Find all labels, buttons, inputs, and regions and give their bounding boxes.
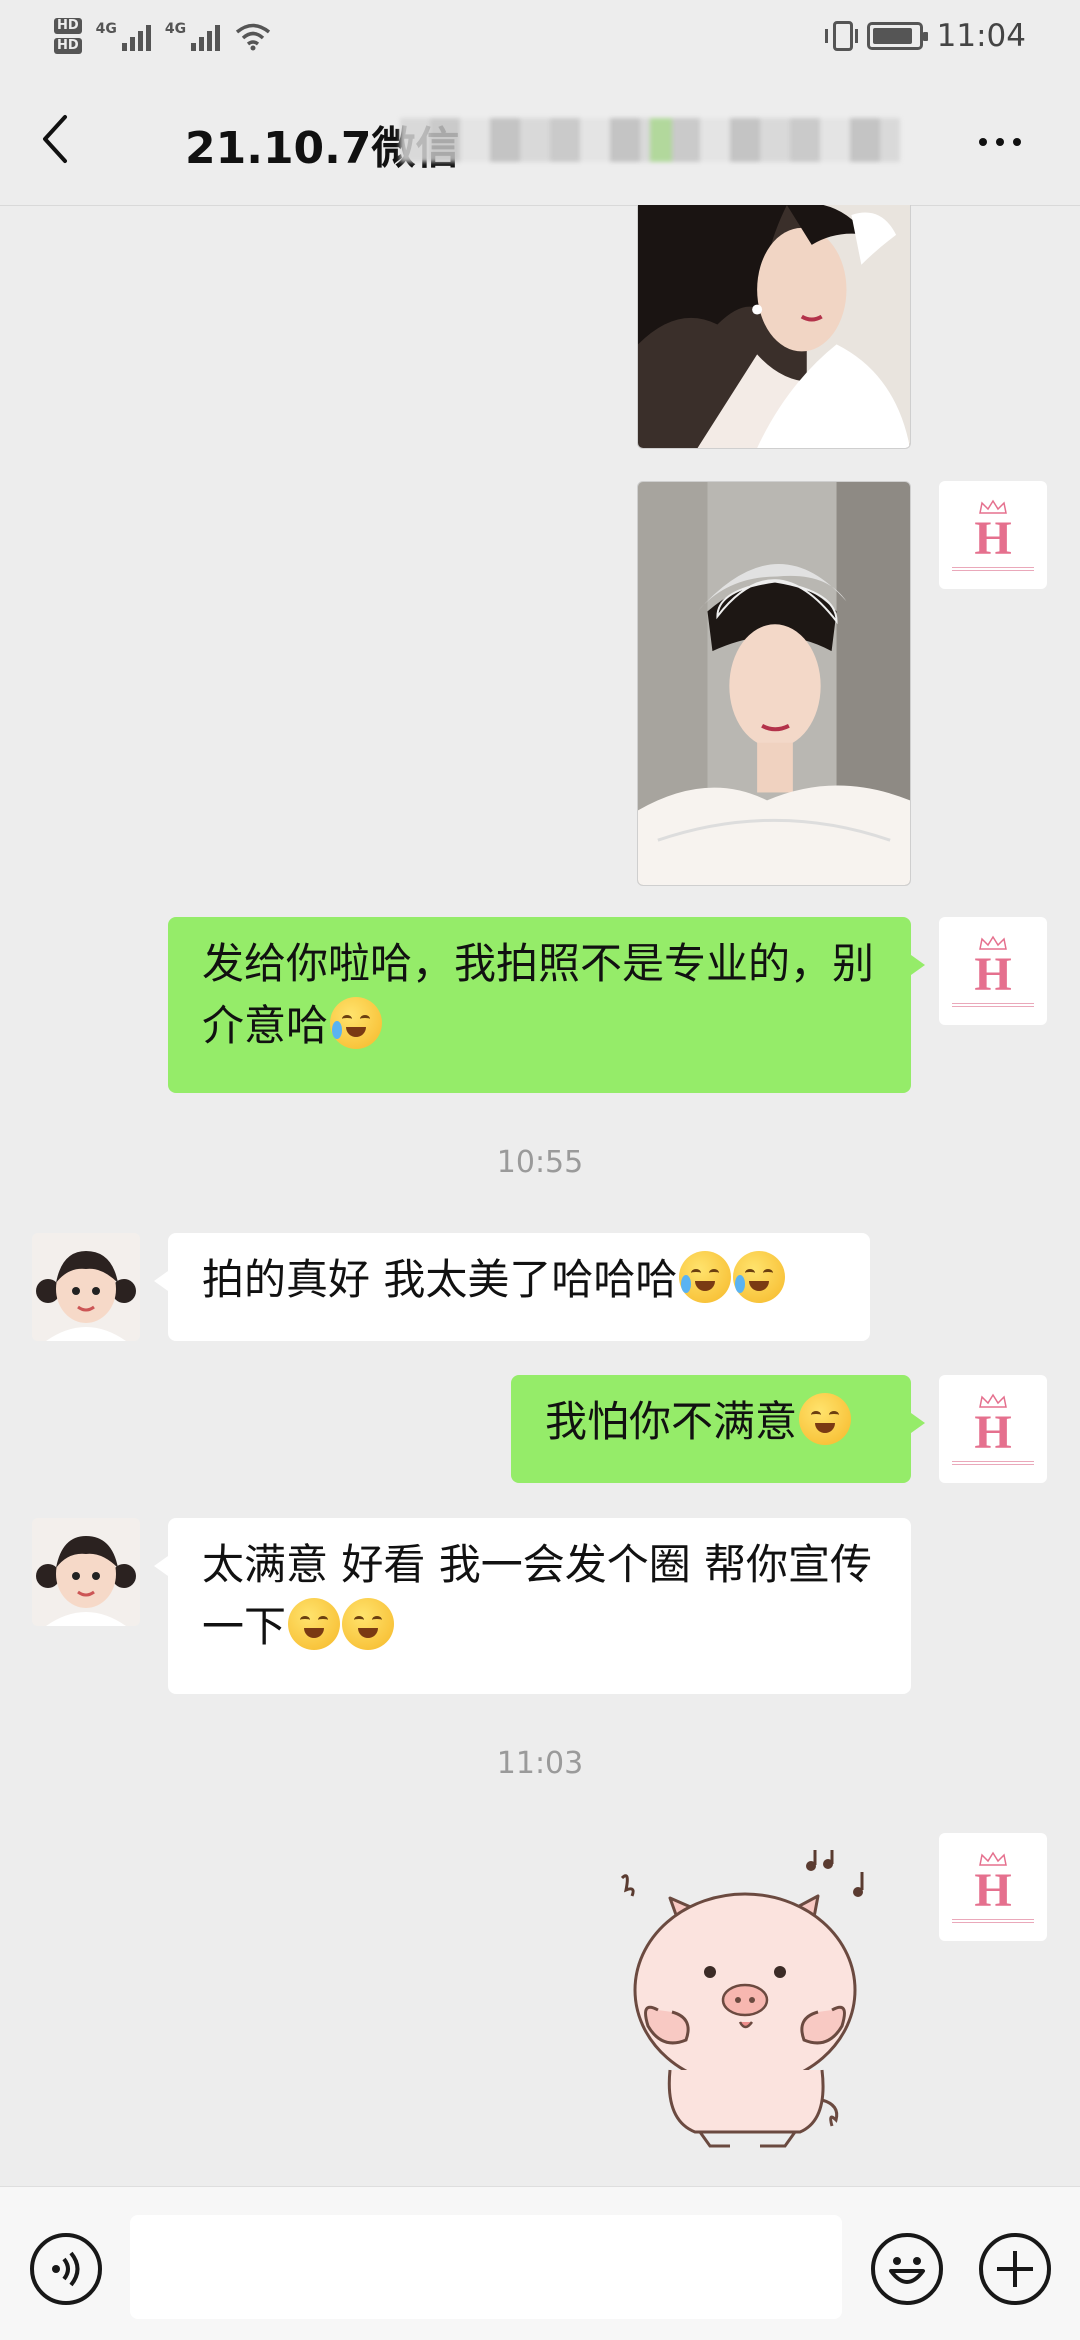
chat-header: 21.10.7微信: [0, 72, 1080, 206]
plus-icon: [997, 2251, 1033, 2287]
message-text: 发给你啦哈，我拍照不是专业的，别介意哈: [202, 939, 875, 1050]
emoji-button[interactable]: [871, 2233, 943, 2305]
my-avatar[interactable]: H: [939, 917, 1047, 1025]
wifi-icon: [236, 23, 271, 51]
back-button[interactable]: [0, 72, 110, 206]
battery-icon: [866, 22, 928, 50]
laugh-cry-emoji: [679, 1251, 732, 1303]
logo-letter: H: [974, 512, 1012, 565]
my-avatar[interactable]: H: [939, 1833, 1047, 1941]
hd-icon: HD HD: [54, 18, 82, 54]
more-dots-icon: [979, 138, 987, 146]
sweat-laugh-emoji: [330, 997, 383, 1049]
message-text: 我怕你不满意: [545, 1397, 798, 1446]
pig-sticker[interactable]: [600, 1850, 890, 2150]
message-input[interactable]: [130, 2215, 842, 2319]
vibrate-icon: [824, 21, 858, 51]
chat-screen: HD HD 4G 4G 11:04 21.10.7微信 H 发给你啦哈，我拍照不…: [0, 0, 1080, 2340]
network-type-2: 4G: [164, 21, 187, 37]
signal-icon: 4G: [96, 21, 151, 51]
my-avatar[interactable]: H: [939, 1375, 1047, 1483]
hd-label-1: HD: [54, 18, 82, 34]
chevron-left-icon: [43, 114, 67, 163]
redacted-title-blur: [400, 118, 900, 162]
image-message-2[interactable]: [637, 481, 911, 886]
chat-timestamp: 10:55: [496, 1145, 584, 1180]
signal-icon-2: 4G: [164, 21, 221, 51]
chat-timestamp: 11:03: [496, 1746, 584, 1781]
status-time: 11:04: [936, 18, 1026, 54]
laugh-cry-emoji: [733, 1251, 786, 1303]
logo-letter: H: [974, 1864, 1012, 1917]
hd-label-2: HD: [54, 38, 82, 54]
image-message-1[interactable]: [637, 205, 911, 449]
more-button[interactable]: [960, 122, 1040, 162]
logo-letter: H: [974, 1406, 1012, 1459]
contact-avatar[interactable]: [32, 1233, 140, 1341]
message-bubble-sent[interactable]: 发给你啦哈，我拍照不是专业的，别介意哈: [168, 917, 925, 1093]
logo-letter: H: [974, 948, 1012, 1001]
message-bubble-sent[interactable]: 我怕你不满意: [511, 1375, 925, 1483]
emoji-icon: [889, 2257, 925, 2284]
thinking-emoji: [799, 1393, 852, 1445]
status-bar: HD HD 4G 4G 11:04: [0, 0, 1080, 72]
plus-button[interactable]: [979, 2233, 1051, 2305]
my-avatar[interactable]: H: [939, 481, 1047, 589]
voice-button[interactable]: [30, 2233, 102, 2305]
cool-emoji: [288, 1598, 341, 1650]
input-bar: [0, 2186, 1080, 2340]
message-bubble-received[interactable]: 太满意 好看 我一会发个圈 帮你宣传一下: [154, 1518, 911, 1694]
message-text: 拍的真好 我太美了哈哈哈: [202, 1255, 678, 1304]
voice-icon: [52, 2251, 80, 2287]
contact-avatar[interactable]: [32, 1518, 140, 1626]
network-type-1: 4G: [95, 21, 117, 37]
battery-fill: [872, 28, 913, 44]
cool-emoji: [342, 1598, 395, 1650]
message-bubble-received[interactable]: 拍的真好 我太美了哈哈哈: [154, 1233, 870, 1341]
